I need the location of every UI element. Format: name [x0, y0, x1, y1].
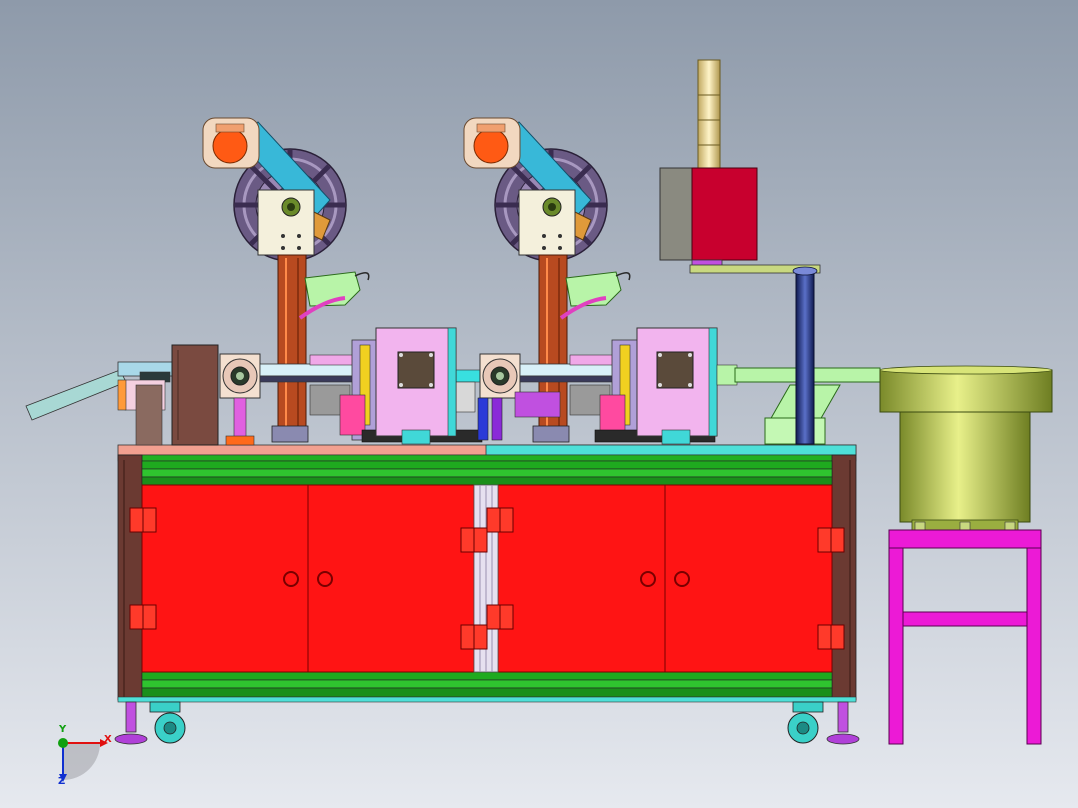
y-axis-marker	[58, 738, 68, 748]
vibratory-bowl-feeder	[879, 365, 1053, 533]
z-axis-label: Z	[58, 776, 66, 787]
cabinet-door-3	[497, 484, 666, 673]
control-box-left	[375, 327, 457, 445]
x-axis-label: X	[104, 734, 112, 745]
y-axis-label: Y	[59, 724, 67, 735]
machine-assembly-drawing	[0, 0, 1078, 808]
cabinet-door-4	[664, 484, 833, 673]
cabinet	[117, 444, 857, 703]
cad-viewport[interactable]: X Y Z	[0, 0, 1078, 808]
